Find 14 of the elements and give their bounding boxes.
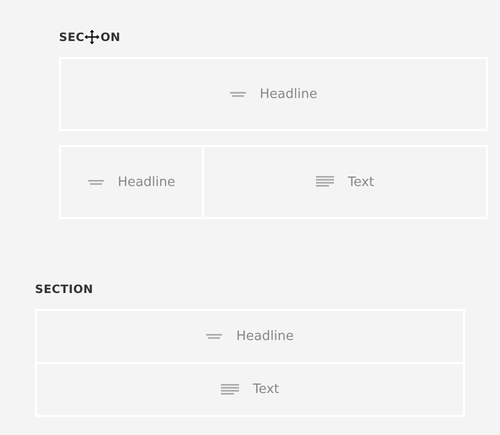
section-label: SEC <box>59 30 84 44</box>
move-cursor-icon <box>84 29 100 45</box>
headline-block[interactable]: Headline <box>59 145 204 219</box>
section-label: ON <box>100 30 120 44</box>
section-label: SECTION <box>35 282 94 296</box>
text-block[interactable]: Text <box>202 145 488 219</box>
text-icon <box>220 384 239 396</box>
text-block[interactable]: Text <box>35 362 465 417</box>
headline-icon <box>88 180 104 184</box>
headline-icon <box>206 334 222 339</box>
text-icon <box>316 176 334 188</box>
headline-block[interactable]: Headline <box>59 57 488 131</box>
headline-block[interactable]: Headline <box>35 309 465 364</box>
headline-icon <box>230 92 246 96</box>
